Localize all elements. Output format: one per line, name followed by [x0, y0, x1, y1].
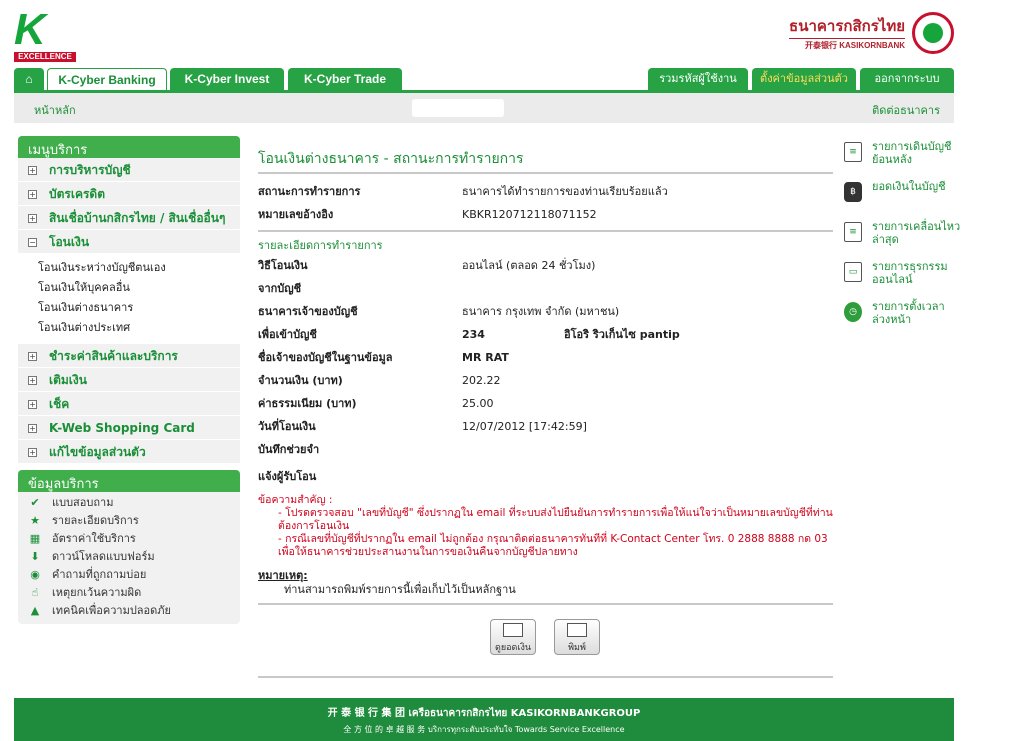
from-account-row: จากบัญชี — [258, 282, 302, 295]
notify-row: แจ้งผู้รับโอน — [258, 470, 317, 483]
bank-row: ธนาคารเจ้าของบัญชี ธนาคาร กรุงเทพ จำกัด (… — [258, 305, 620, 318]
sidebar-item-edit-profile[interactable]: + แก้ไขข้อมูลส่วนตัว — [18, 440, 240, 464]
reference-number: KBKR120712118071152 — [462, 208, 597, 221]
submenu-international[interactable]: โอนเงินต่างประเทศ — [38, 318, 240, 338]
bank-name-th: ธนาคารกสิกรไทย — [789, 19, 905, 35]
masked-user-name — [412, 99, 504, 117]
main-content: โอนเงินต่างธนาคาร - สถานะการทำรายการ สถา… — [258, 144, 833, 657]
sidebar: เมนูบริการ + การบริหารบัญชี + บัตรเครดิต +… — [18, 136, 240, 624]
question-icon: ◉ — [30, 568, 40, 581]
important-notice: ข้อความสำคัญ : - โปรดตรวจสอบ "เลขที่บัญช… — [258, 494, 833, 558]
statement-icon: ≡ — [844, 142, 862, 162]
submenu-other-bank[interactable]: โอนเงินต่างธนาคาร — [38, 298, 240, 318]
info-item-disclaimer[interactable]: ☝ เหตุยกเว้นความผิด — [28, 584, 240, 602]
info-item-download-forms[interactable]: ⬇ ดาวน์โหลดแบบฟอร์ม — [28, 548, 240, 566]
home-link[interactable]: หน้าหลัก — [34, 101, 76, 119]
star-icon: ★ — [30, 514, 40, 527]
date-row: วันที่โอนเงิน 12/07/2012 [17:42:59] — [258, 420, 587, 433]
sidebar-item-payments[interactable]: + ชำระค่าสินค้าและบริการ — [18, 344, 240, 368]
expand-icon: + — [28, 214, 37, 223]
expand-icon: + — [28, 448, 37, 457]
method-row: วิธีโอนเงิน ออนไลน์ (ตลอด 24 ชั่วโมง) — [258, 259, 596, 272]
status-value: ธนาคารได้ทำรายการของท่านเรียบร้อยแล้ว — [462, 185, 668, 198]
reference-row: หมายเลขอ้างอิง KBKR120712118071152 — [258, 203, 833, 226]
service-info-list: ✔ แบบสอบถาม ★ รายละเอียดบริการ ▦ อัตราค่าใช… — [18, 492, 240, 624]
kexcellence-logo: K EXCELLENCE — [14, 5, 78, 64]
remark: หมายเหตุ: ท่านสามารถพิมพ์รายการนี้เพื่อเ… — [258, 569, 516, 596]
printer-icon — [567, 623, 587, 637]
link-recent[interactable]: ≡ รายการเคลื่อนไหวล่าสุด — [842, 220, 962, 260]
quick-links: ≡ รายการเดินบัญชีย้อนหลัง ฿ยอดเงินในบัญชี… — [842, 140, 962, 340]
contact-bank-link[interactable]: ติดต่อธนาคาร — [872, 101, 940, 119]
collapse-icon: − — [28, 238, 37, 247]
owner-row: ชื่อเจ้าของบัญชีในฐานข้อมูล MR RAT — [258, 351, 509, 364]
logo-subtitle: EXCELLENCE — [14, 52, 76, 62]
footer-slogan: 全 方 位 的 卓 越 服 务 บริการทุกระดับประทับใจ T… — [343, 725, 625, 734]
link-statement[interactable]: ≡ รายการเดินบัญชีย้อนหลัง — [842, 140, 962, 180]
kbank-seal-icon — [912, 12, 954, 54]
download-icon: ⬇ — [30, 550, 40, 563]
link-scheduled[interactable]: ◷ รายการตั้งเวลาล่วงหน้า — [842, 300, 962, 340]
fee-row: ค่าธรรมเนียม (บาท) 25.00 — [258, 397, 494, 410]
amount-row: จำนวนเงิน (บาท) 202.22 — [258, 374, 501, 387]
bottom-divider — [258, 676, 833, 678]
submenu-own-accounts[interactable]: โอนเงินระหว่างบัญชีตนเอง — [38, 258, 240, 278]
link-balance[interactable]: ฿ยอดเงินในบัญชี — [842, 180, 962, 220]
lock-icon: ▲ — [30, 604, 40, 617]
expand-icon: + — [28, 190, 37, 199]
tab-user-ids[interactable]: รวมรหัสผู้ใช้งาน — [648, 68, 748, 90]
details-title: รายละเอียดการทำรายการ — [258, 239, 383, 252]
to-account-row: เพื่อเข้าบัญชี 234 อิโอริ ริวเก็นไซ pantip — [258, 328, 680, 341]
hand-icon: ☝ — [31, 586, 39, 599]
bank-name: ธนาคารกสิกรไทย 开泰银行 KASIKORNBANK — [789, 14, 905, 51]
sidebar-item-account-management[interactable]: + การบริหารบัญชี — [18, 158, 240, 182]
status-row: สถานะการทำรายการ ธนาคารได้ทำรายการของท่าน… — [258, 180, 833, 203]
info-item-survey[interactable]: ✔ แบบสอบถาม — [28, 494, 240, 512]
home-icon[interactable]: ⌂ — [14, 68, 44, 90]
sidebar-item-transfer[interactable]: − โอนเงิน — [18, 230, 240, 254]
print-button[interactable]: พิมพ์ — [554, 619, 600, 655]
tab-personal-settings[interactable]: ตั้งค่าข้อมูลส่วนตัว — [752, 68, 856, 90]
logo-letter: K — [14, 5, 46, 54]
magnifier-icon — [503, 623, 523, 637]
tab-k-cyber-banking[interactable]: K-Cyber Banking — [47, 68, 167, 90]
tab-k-cyber-invest[interactable]: K-Cyber Invest — [170, 68, 284, 90]
transfer-submenu: โอนเงินระหว่างบัญชีตนเอง โอนเงินให้บุคคล… — [18, 254, 240, 344]
sidebar-item-credit-card[interactable]: + บัตรเครดิต — [18, 182, 240, 206]
tab-k-cyber-trade[interactable]: K-Cyber Trade — [288, 68, 402, 90]
calculator-icon: ▦ — [29, 532, 41, 545]
footer: 开 泰 银 行 集 团 เครือธนาคารกสิกรไทย KASIKORN… — [14, 698, 954, 741]
expand-icon: + — [28, 166, 37, 175]
expand-icon: + — [28, 400, 37, 409]
action-buttons: ดูยอดเงิน พิมพ์ — [258, 603, 833, 657]
balance-icon: ฿ — [844, 182, 862, 202]
sidebar-item-shopping-card[interactable]: + K-Web Shopping Card — [18, 416, 240, 440]
info-item-fees[interactable]: ▦ อัตราค่าใช้บริการ — [28, 530, 240, 548]
submenu-other-person[interactable]: โอนเงินให้บุคคลอื่น — [38, 278, 240, 298]
expand-icon: + — [28, 424, 37, 433]
view-balance-button[interactable]: ดูยอดเงิน — [490, 619, 536, 655]
sub-bar: หน้าหลัก ติดต่อธนาคาร — [14, 93, 954, 123]
bank-name-en: 开泰银行 KASIKORNBANK — [789, 38, 905, 51]
sidebar-item-loans[interactable]: + สินเชื่อบ้านกสิกรไทย / สินเชื่ออื่นๆ — [18, 206, 240, 230]
expand-icon: + — [28, 352, 37, 361]
online-icon: ▭ — [844, 262, 862, 282]
top-nav: ⌂ K-Cyber Banking K-Cyber Invest K-Cyber… — [14, 68, 954, 90]
sidebar-item-top-up[interactable]: + เติมเงิน — [18, 368, 240, 392]
tab-logout[interactable]: ออกจากระบบ — [860, 68, 954, 90]
footer-group-name: 开 泰 银 行 集 团 เครือธนาคารกสิกรไทย KASIKORN… — [327, 708, 641, 719]
expand-icon: + — [28, 376, 37, 385]
sidebar-menu-title: เมนูบริการ — [18, 136, 240, 158]
link-online-transactions[interactable]: ▭ รายการธุรกรรมออนไลน์ — [842, 260, 962, 300]
sidebar-info-title: ข้อมูลบริการ — [18, 470, 240, 492]
info-item-service-details[interactable]: ★ รายละเอียดบริการ — [28, 512, 240, 530]
page-title: โอนเงินต่างธนาคาร - สถานะการทำรายการ — [258, 144, 833, 174]
sidebar-item-cheque[interactable]: + เช็ค — [18, 392, 240, 416]
check-icon: ✔ — [30, 496, 40, 509]
memo-row: บันทึกช่วยจำ — [258, 443, 320, 456]
info-item-security[interactable]: ▲ เทคนิคเพื่อความปลอดภัย — [28, 602, 240, 620]
clock-icon: ◷ — [844, 302, 862, 322]
info-item-faq[interactable]: ◉ คำถามที่ถูกถามบ่อย — [28, 566, 240, 584]
recent-icon: ≡ — [844, 222, 862, 242]
